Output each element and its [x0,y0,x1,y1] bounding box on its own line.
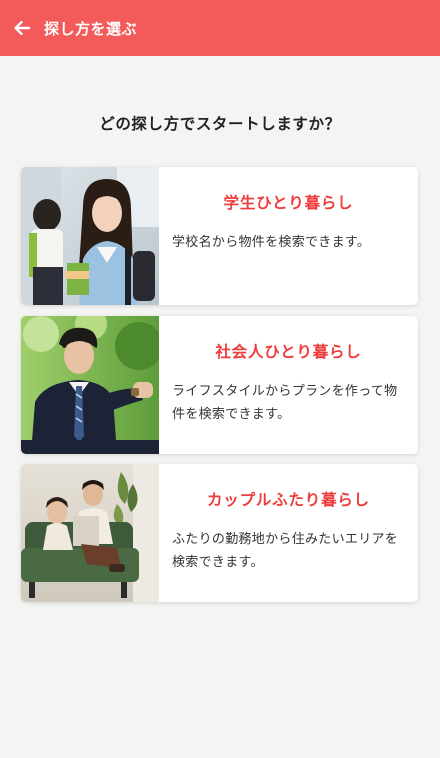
app-header: 探し方を選ぶ [0,0,440,56]
arrow-left-icon [14,21,31,35]
card-title: 学生ひとり暮らし [223,194,354,212]
back-button[interactable] [0,0,44,56]
card-title: カップルふたり暮らし [206,491,370,509]
card-couple-living[interactable]: カップルふたり暮らし ふたりの勤務地から住みたいエリアを検索できます。 [21,464,418,602]
card-description: 学校名から物件を検索できます。 [172,235,371,250]
card-title: 社会人ひとり暮らし [215,343,362,361]
businessman-photo [21,316,159,454]
card-student-living[interactable]: 学生ひとり暮らし 学校名から物件を検索できます。 [21,167,418,305]
card-working-living[interactable]: 社会人ひとり暮らし ライフスタイルからプランを作って物件を検索できます。 [21,316,418,454]
card-description: ライフスタイルからプランを作って物件を検索できます。 [172,384,398,422]
page-question: どの探し方でスタートしますか？ [99,115,341,133]
couple-photo [21,464,159,602]
card-description: ふたりの勤務地から住みたいエリアを検索できます。 [172,532,399,570]
student-photo [21,167,159,305]
header-title: 探し方を選ぶ [44,19,138,38]
